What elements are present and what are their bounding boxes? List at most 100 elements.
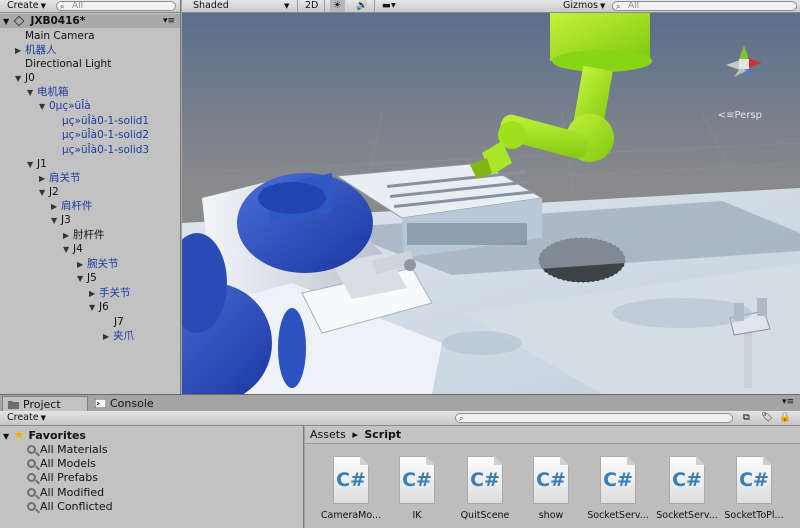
- scene-root-row[interactable]: ▼ JXB0416* ▾≡: [0, 14, 180, 28]
- expand-arrow-icon[interactable]: ▼: [63, 243, 73, 257]
- expand-arrow-icon: ▼: [3, 17, 10, 26]
- collapse-arrow-icon[interactable]: ▶: [89, 287, 99, 301]
- expand-arrow-icon[interactable]: ▼: [77, 272, 87, 286]
- tree-item-j0[interactable]: ▼ J0: [0, 71, 35, 85]
- tree-item-j4[interactable]: ▼ J4: [0, 242, 83, 256]
- expand-arrow-icon[interactable]: ▼: [89, 301, 99, 315]
- folder-icon: [8, 401, 19, 409]
- gizmos-dropdown[interactable]: Gizmos ▼: [560, 0, 608, 12]
- tree-item-main-camera[interactable]: Main Camera: [0, 29, 95, 43]
- scene-search-input[interactable]: ⌕ All: [612, 1, 797, 11]
- filter-by-type-icon[interactable]: ⧉: [740, 412, 753, 424]
- lighting-toggle-icon[interactable]: ☀: [330, 0, 345, 12]
- favorite-all-modified[interactable]: All Modified: [27, 486, 104, 500]
- expand-arrow-icon[interactable]: ▼: [39, 100, 49, 114]
- search-icon: ⌕: [60, 2, 65, 11]
- tree-item-j5[interactable]: ▼ J5: [0, 271, 97, 285]
- search-icon: ⌕: [459, 414, 464, 423]
- search-icon: [27, 444, 36, 454]
- hierarchy-search-input[interactable]: ⌕ All: [56, 1, 176, 11]
- star-icon: ★: [13, 428, 25, 443]
- collapse-arrow-icon[interactable]: ▶: [77, 258, 87, 272]
- collapse-arrow-icon[interactable]: ▶: [15, 44, 25, 58]
- scene-view: Shaded ▼ 2D ☀ 🔊 ▬▾ Gizmos ▼ ⌕ All <≡Pers…: [182, 0, 800, 394]
- tree-item-shoulder-joint[interactable]: ▶ 肩关节: [0, 171, 81, 185]
- asset-item[interactable]: C# QuitScene: [452, 456, 518, 521]
- dropdown-arrow-icon[interactable]: ▼: [281, 0, 292, 12]
- favorite-all-conflicted[interactable]: All Conflicted: [27, 500, 113, 514]
- shading-mode-dropdown[interactable]: Shaded: [190, 0, 232, 12]
- panel-menu-icon[interactable]: ▾≡: [782, 397, 794, 407]
- tree-item-j7[interactable]: J7: [0, 315, 124, 329]
- collapse-arrow-icon[interactable]: ▶: [103, 330, 113, 344]
- expand-arrow-icon[interactable]: ▼: [3, 432, 9, 441]
- tree-item-j6[interactable]: ▼ J6: [0, 300, 109, 314]
- tree-item-robot[interactable]: ▶ 机器人: [0, 43, 57, 57]
- tree-item-solid3[interactable]: μç»üÎà0-1-solid3: [0, 143, 149, 157]
- scene-menu-icon[interactable]: ▾≡: [163, 14, 175, 28]
- search-icon: [27, 458, 36, 468]
- project-search-input[interactable]: ⌕: [455, 413, 733, 423]
- expand-arrow-icon[interactable]: ▼: [27, 86, 37, 100]
- robot-scene-render: [182, 13, 800, 394]
- tree-item-gripper[interactable]: ▶ 夹爪: [0, 329, 134, 343]
- tree-item-solid1[interactable]: μç»üÎà0-1-solid1: [0, 114, 149, 128]
- asset-item[interactable]: C# SocketServ...: [654, 456, 720, 521]
- favorite-all-models[interactable]: All Models: [27, 457, 96, 471]
- tree-item-elbow-link[interactable]: ▶ 肘杆件: [0, 228, 105, 242]
- tree-item-motor-group[interactable]: ▼ 0μç»üÎà: [0, 99, 91, 113]
- csharp-script-icon: C#: [600, 456, 636, 504]
- breadcrumb-script[interactable]: Script: [364, 428, 401, 441]
- breadcrumb-separator-icon: ▸: [352, 428, 358, 441]
- tab-project[interactable]: Project: [2, 396, 88, 412]
- tree-item-hand-joint[interactable]: ▶ 手关节: [0, 286, 131, 300]
- hierarchy-toolbar: Create ▼ ⌕ All: [0, 0, 180, 13]
- bottom-tabbar: Project Console ▾≡: [0, 394, 800, 412]
- csharp-script-icon: C#: [669, 456, 705, 504]
- tab-console[interactable]: Console: [90, 396, 170, 412]
- scene-toolbar: Shaded ▼ 2D ☀ 🔊 ▬▾ Gizmos ▼ ⌕ All: [182, 0, 800, 13]
- effects-image-icon[interactable]: ▬▾: [379, 0, 399, 12]
- audio-toggle-icon[interactable]: 🔊: [353, 0, 371, 12]
- mode-2d-toggle[interactable]: 2D: [302, 0, 321, 12]
- tree-item-directional-light[interactable]: Directional Light: [0, 57, 111, 71]
- expand-arrow-icon[interactable]: ▼: [27, 158, 37, 172]
- tree-item-motor-box[interactable]: ▼ 电机箱: [0, 85, 69, 99]
- hierarchy-create-button[interactable]: Create ▼: [4, 0, 49, 12]
- unity-scene-icon: [13, 15, 25, 27]
- filter-by-label-icon[interactable]: 🏷: [758, 412, 776, 424]
- tree-item-wrist-joint[interactable]: ▶ 腕关节: [0, 257, 119, 271]
- breadcrumb-assets[interactable]: Assets: [310, 428, 346, 441]
- projection-label[interactable]: <≡Persp: [718, 110, 762, 121]
- tree-item-solid2[interactable]: μç»üÎà0-1-solid2: [0, 128, 149, 142]
- scene-viewport[interactable]: <≡Persp: [182, 13, 800, 394]
- favorites-header[interactable]: ▼ ★ Favorites: [3, 429, 86, 443]
- tree-item-j3[interactable]: ▼ J3: [0, 213, 71, 227]
- tree-item-j1[interactable]: ▼ J1: [0, 157, 47, 171]
- lock-icon[interactable]: 🔒: [776, 412, 794, 424]
- asset-item[interactable]: C# IK: [384, 456, 450, 521]
- assets-panel: Assets ▸ Script C# CameraMo... C# IK C# …: [305, 426, 800, 528]
- project-create-button[interactable]: Create ▼: [4, 412, 49, 424]
- favorite-all-materials[interactable]: All Materials: [27, 443, 108, 457]
- projection-lines-icon: <≡: [717, 110, 735, 121]
- search-icon: [27, 472, 36, 482]
- collapse-arrow-icon[interactable]: ▶: [39, 172, 49, 186]
- tree-item-shoulder-link[interactable]: ▶ 肩杆件: [0, 199, 93, 213]
- csharp-script-icon: C#: [736, 456, 772, 504]
- asset-item[interactable]: C# SocketToPl...: [721, 456, 787, 521]
- favorite-all-prefabs[interactable]: All Prefabs: [27, 471, 98, 485]
- asset-item[interactable]: C# CameraMo...: [318, 456, 384, 521]
- breadcrumb: Assets ▸ Script: [305, 426, 800, 444]
- expand-arrow-icon[interactable]: ▼: [39, 186, 49, 200]
- asset-item[interactable]: C# show: [518, 456, 584, 521]
- expand-arrow-icon[interactable]: ▼: [15, 72, 25, 86]
- asset-item[interactable]: C# SocketServ...: [585, 456, 651, 521]
- tree-item-j2[interactable]: ▼ J2: [0, 185, 59, 199]
- csharp-script-icon: C#: [399, 456, 435, 504]
- console-icon: [95, 399, 106, 408]
- collapse-arrow-icon[interactable]: ▶: [63, 229, 73, 243]
- collapse-arrow-icon[interactable]: ▶: [51, 200, 61, 214]
- hierarchy-panel: Create ▼ ⌕ All ▼ JXB0416* ▾≡ Main Camera …: [0, 0, 181, 394]
- expand-arrow-icon[interactable]: ▼: [51, 214, 61, 228]
